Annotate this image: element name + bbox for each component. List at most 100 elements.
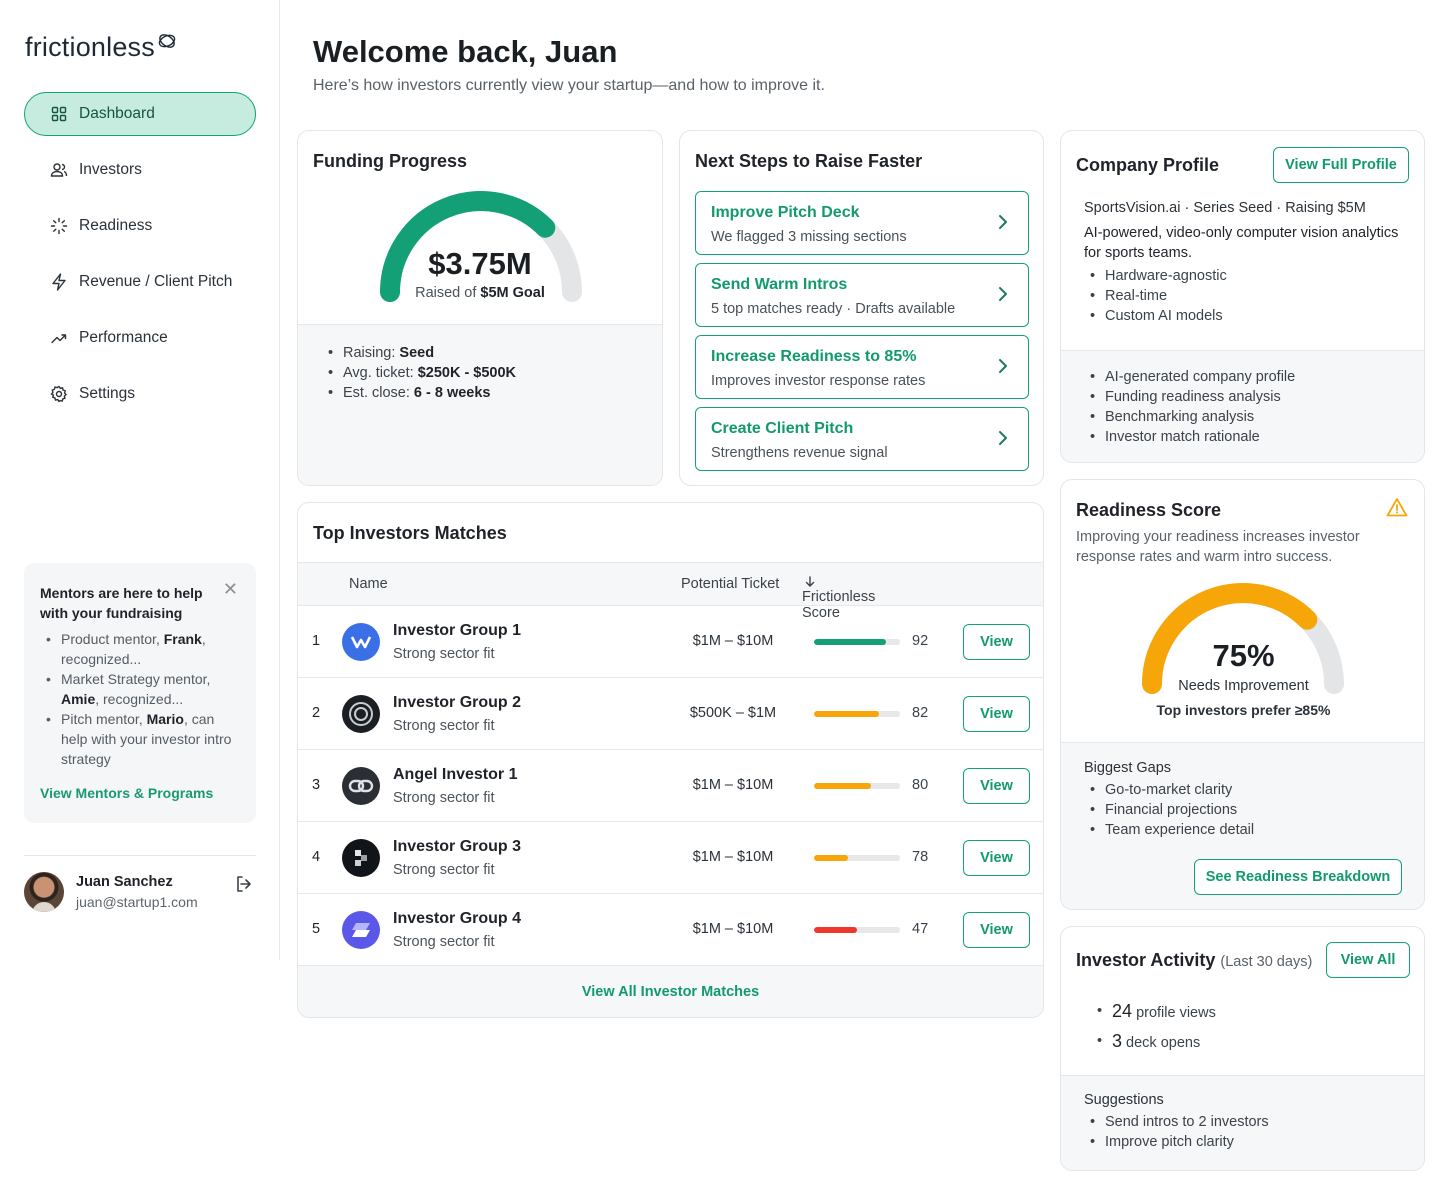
investor-name: Investor Group 2 <box>393 694 522 711</box>
score-bar <box>814 783 900 789</box>
avatar[interactable] <box>24 872 64 912</box>
nav-label: Revenue / Client Pitch <box>79 273 233 290</box>
company-extras: AI-generated company profile Funding rea… <box>1061 350 1424 462</box>
nav-item-readiness[interactable]: Readiness <box>24 204 256 248</box>
page-subtitle: Here’s how investors currently view your… <box>313 77 825 94</box>
card-title: Investor Activity <box>1076 950 1216 970</box>
nav-item-dashboard[interactable]: Dashboard <box>24 92 256 136</box>
score-bar-fill <box>814 927 857 933</box>
feature-item: Real-time <box>1084 286 1227 306</box>
investor-ticket: $1M – $10M <box>692 777 774 793</box>
gear-icon <box>49 384 69 404</box>
view-investor-button[interactable]: View <box>963 768 1030 804</box>
company-meta: SportsVision.ai · Series Seed · Raising … <box>1084 200 1366 216</box>
view-all-activity-button[interactable]: View All <box>1326 942 1410 978</box>
table-row[interactable]: 1 Investor Group 1 Strong sector fit $1M… <box>298 606 1043 678</box>
step-improve-pitch-deck[interactable]: Improve Pitch Deck We flagged 3 missing … <box>695 191 1029 255</box>
investor-fit: Strong sector fit <box>393 862 495 878</box>
chevron-right-icon <box>999 215 1007 229</box>
investor-ticket: $1M – $10M <box>692 633 774 649</box>
investor-name: Angel Investor 1 <box>393 766 518 783</box>
detail-label: Est. close: <box>343 385 414 401</box>
step-title: Increase Readiness to 85% <box>711 348 917 365</box>
detail-label: Raising: <box>343 345 400 361</box>
mentor-item-pre: Pitch mentor, <box>61 711 147 727</box>
col-ticket[interactable]: Potential Ticket <box>681 576 779 592</box>
gaps-list: Go-to-market clarity Financial projectio… <box>1084 780 1401 840</box>
funding-detail: Raising: Seed <box>322 343 638 363</box>
stat-item: 3 deck opens <box>1091 1027 1216 1057</box>
nav-item-revenue[interactable]: Revenue / Client Pitch <box>24 260 256 304</box>
funding-amount: $3.75M <box>428 246 532 281</box>
row-rank: 1 <box>312 633 321 649</box>
table-row[interactable]: 3 Angel Investor 1 Strong sector fit $1M… <box>298 750 1043 822</box>
step-create-client-pitch[interactable]: Create Client Pitch Strengthens revenue … <box>695 407 1029 471</box>
user-profile: Juan Sanchez juan@startup1.com <box>24 855 256 912</box>
user-email: juan@startup1.com <box>76 894 198 910</box>
step-title: Improve Pitch Deck <box>711 204 860 221</box>
nav-item-performance[interactable]: Performance <box>24 316 256 360</box>
warning-icon[interactable] <box>1386 497 1408 517</box>
table-row[interactable]: 4 Investor Group 3 Strong sector fit $1M… <box>298 822 1043 894</box>
chevron-right-icon <box>999 287 1007 301</box>
investor-ticket: $1M – $10M <box>692 849 774 865</box>
investor-score: 92 <box>912 633 929 649</box>
score-bar-fill <box>814 639 887 645</box>
investor-logo-icon <box>342 623 380 661</box>
funding-goal: $5M Goal <box>480 285 545 301</box>
funding-details: Raising: Seed Avg. ticket: $250K - $500K… <box>298 324 662 485</box>
card-title: Company Profile <box>1076 155 1220 175</box>
stat-item: 24 profile views <box>1091 997 1216 1027</box>
funding-detail-list: Raising: Seed Avg. ticket: $250K - $500K… <box>322 343 638 403</box>
card-title: Next Steps to Raise Faster <box>695 151 923 171</box>
view-investor-button[interactable]: View <box>963 840 1030 876</box>
investor-fit: Strong sector fit <box>393 790 495 806</box>
nav-label: Dashboard <box>79 105 155 122</box>
nav-label: Performance <box>79 329 168 346</box>
nav-item-settings[interactable]: Settings <box>24 372 256 416</box>
detail-label: Avg. ticket: <box>343 365 418 381</box>
view-investor-button[interactable]: View <box>963 912 1030 948</box>
view-all-matches-link[interactable]: View All Investor Matches <box>298 966 1043 1017</box>
nav-label: Readiness <box>79 217 153 234</box>
nav-item-investors[interactable]: Investors <box>24 148 256 192</box>
extra-item: Investor match rationale <box>1084 427 1401 447</box>
view-full-profile-button[interactable]: View Full Profile <box>1273 147 1409 183</box>
row-rank: 2 <box>312 705 321 721</box>
col-score[interactable]: Frictionless Score <box>802 576 875 621</box>
chevron-right-icon <box>999 431 1007 445</box>
readiness-score: 75% <box>1212 638 1275 673</box>
mentor-title: Mentors are here to help with your fundr… <box>40 585 203 621</box>
investor-name: Investor Group 3 <box>393 838 522 855</box>
page-title: Welcome back, Juan <box>313 34 618 69</box>
step-send-warm-intros[interactable]: Send Warm Intros 5 top matches ready · D… <box>695 263 1029 327</box>
view-investor-button[interactable]: View <box>963 624 1030 660</box>
grid-icon <box>49 104 69 124</box>
feature-item: Custom AI models <box>1084 306 1227 326</box>
card-title: Funding Progress <box>313 151 468 171</box>
score-bar-fill <box>814 855 849 861</box>
next-steps-card: Next Steps to Raise Faster Improve Pitch… <box>679 130 1044 486</box>
trending-up-icon <box>49 328 69 348</box>
see-readiness-breakdown-button[interactable]: See Readiness Breakdown <box>1194 859 1402 895</box>
readiness-note: Top investors prefer ≥85% <box>1156 702 1331 718</box>
logout-icon[interactable] <box>234 874 254 899</box>
step-increase-readiness[interactable]: Increase Readiness to 85% Improves inves… <box>695 335 1029 399</box>
mentor-name: Mario <box>146 711 184 727</box>
table-row[interactable]: 2 Investor Group 2 Strong sector fit $50… <box>298 678 1043 750</box>
table-row[interactable]: 5 Investor Group 4 Strong sector fit $1M… <box>298 894 1043 966</box>
row-rank: 4 <box>312 849 321 865</box>
step-title: Create Client Pitch <box>711 420 854 437</box>
suggestion-item: Improve pitch clarity <box>1084 1132 1401 1152</box>
close-icon[interactable]: ✕ <box>223 580 238 598</box>
users-icon <box>49 160 69 180</box>
app-logo[interactable]: frictionless <box>25 32 178 63</box>
view-mentors-link[interactable]: View Mentors & Programs <box>40 785 240 801</box>
col-name[interactable]: Name <box>349 576 388 592</box>
investor-name: Investor Group 1 <box>393 622 522 639</box>
logo-text: frictionless <box>25 32 155 62</box>
main-nav: Dashboard Investors Readiness Revenue / … <box>24 92 256 428</box>
funding-detail: Avg. ticket: $250K - $500K <box>322 363 638 383</box>
view-investor-button[interactable]: View <box>963 696 1030 732</box>
step-title: Send Warm Intros <box>711 276 848 293</box>
